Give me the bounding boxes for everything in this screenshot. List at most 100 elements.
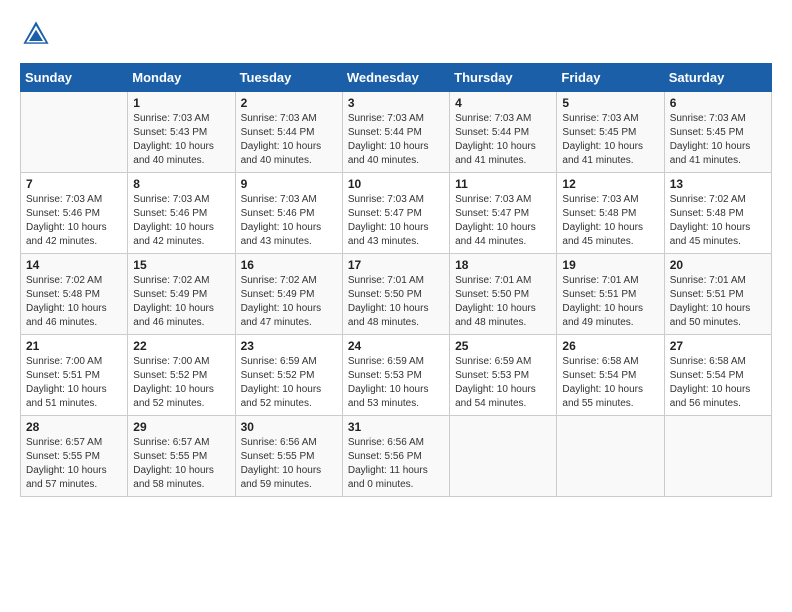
day-number: 14 (26, 258, 122, 272)
calendar-cell: 28 Sunrise: 6:57 AM Sunset: 5:55 PM Dayli… (21, 416, 128, 497)
day-detail: Sunrise: 7:02 AM Sunset: 5:48 PM Dayligh… (26, 274, 122, 330)
day-number: 1 (133, 96, 229, 110)
calendar-cell: 13 Sunrise: 7:02 AM Sunset: 5:48 PM Dayli… (664, 173, 771, 254)
day-detail: Sunrise: 7:03 AM Sunset: 5:44 PM Dayligh… (455, 112, 551, 168)
week-row-1: 1 Sunrise: 7:03 AM Sunset: 5:43 PM Daylig… (21, 92, 772, 173)
calendar-cell: 29 Sunrise: 6:57 AM Sunset: 5:55 PM Dayli… (128, 416, 235, 497)
day-detail: Sunrise: 6:57 AM Sunset: 5:55 PM Dayligh… (26, 436, 122, 492)
day-number: 22 (133, 339, 229, 353)
day-detail: Sunrise: 7:01 AM Sunset: 5:50 PM Dayligh… (348, 274, 444, 330)
day-number: 12 (562, 177, 658, 191)
day-detail: Sunrise: 7:03 AM Sunset: 5:46 PM Dayligh… (133, 193, 229, 249)
day-detail: Sunrise: 7:01 AM Sunset: 5:51 PM Dayligh… (562, 274, 658, 330)
calendar-table: SundayMondayTuesdayWednesdayThursdayFrid… (20, 63, 772, 497)
day-number: 9 (241, 177, 337, 191)
calendar-cell: 11 Sunrise: 7:03 AM Sunset: 5:47 PM Dayli… (450, 173, 557, 254)
day-number: 3 (348, 96, 444, 110)
day-detail: Sunrise: 6:59 AM Sunset: 5:53 PM Dayligh… (348, 355, 444, 411)
calendar-cell (557, 416, 664, 497)
day-detail: Sunrise: 7:03 AM Sunset: 5:48 PM Dayligh… (562, 193, 658, 249)
day-detail: Sunrise: 7:00 AM Sunset: 5:52 PM Dayligh… (133, 355, 229, 411)
calendar-cell: 24 Sunrise: 6:59 AM Sunset: 5:53 PM Dayli… (342, 335, 449, 416)
calendar-cell: 21 Sunrise: 7:00 AM Sunset: 5:51 PM Dayli… (21, 335, 128, 416)
calendar-cell: 30Sunrise: 6:56 AM Sunset: 5:55 PM Dayli… (235, 416, 342, 497)
day-number: 10 (348, 177, 444, 191)
day-number: 23 (241, 339, 337, 353)
day-number: 19 (562, 258, 658, 272)
day-number: 18 (455, 258, 551, 272)
day-number: 4 (455, 96, 551, 110)
day-detail: Sunrise: 6:56 AM Sunset: 5:56 PM Dayligh… (348, 436, 444, 492)
day-detail: Sunrise: 7:03 AM Sunset: 5:44 PM Dayligh… (348, 112, 444, 168)
day-detail: Sunrise: 7:03 AM Sunset: 5:46 PM Dayligh… (241, 193, 337, 249)
day-number: 17 (348, 258, 444, 272)
week-row-4: 21 Sunrise: 7:00 AM Sunset: 5:51 PM Dayli… (21, 335, 772, 416)
day-number: 8 (133, 177, 229, 191)
day-detail: Sunrise: 7:03 AM Sunset: 5:46 PM Dayligh… (26, 193, 122, 249)
day-detail: Sunrise: 7:03 AM Sunset: 5:45 PM Dayligh… (562, 112, 658, 168)
calendar-cell: 6 Sunrise: 7:03 AM Sunset: 5:45 PM Daylig… (664, 92, 771, 173)
week-row-5: 28 Sunrise: 6:57 AM Sunset: 5:55 PM Dayli… (21, 416, 772, 497)
day-detail: Sunrise: 6:58 AM Sunset: 5:54 PM Dayligh… (670, 355, 766, 411)
day-detail: Sunrise: 7:03 AM Sunset: 5:43 PM Dayligh… (133, 112, 229, 168)
calendar-cell: 22 Sunrise: 7:00 AM Sunset: 5:52 PM Dayli… (128, 335, 235, 416)
day-detail: Sunrise: 7:03 AM Sunset: 5:44 PM Dayligh… (241, 112, 337, 168)
day-number: 2 (241, 96, 337, 110)
calendar-cell (450, 416, 557, 497)
day-number: 16 (241, 258, 337, 272)
day-detail: Sunrise: 6:56 AM Sunset: 5:55 PM Dayligh… (241, 436, 337, 492)
calendar-cell: 1 Sunrise: 7:03 AM Sunset: 5:43 PM Daylig… (128, 92, 235, 173)
calendar-cell: 18 Sunrise: 7:01 AM Sunset: 5:50 PM Dayli… (450, 254, 557, 335)
day-detail: Sunrise: 7:01 AM Sunset: 5:51 PM Dayligh… (670, 274, 766, 330)
calendar-cell (664, 416, 771, 497)
page-header (20, 20, 772, 53)
calendar-cell: 7 Sunrise: 7:03 AM Sunset: 5:46 PM Daylig… (21, 173, 128, 254)
day-number: 15 (133, 258, 229, 272)
day-number: 28 (26, 420, 122, 434)
calendar-cell: 19 Sunrise: 7:01 AM Sunset: 5:51 PM Dayli… (557, 254, 664, 335)
day-detail: Sunrise: 6:57 AM Sunset: 5:55 PM Dayligh… (133, 436, 229, 492)
day-detail: Sunrise: 6:58 AM Sunset: 5:54 PM Dayligh… (562, 355, 658, 411)
day-number: 5 (562, 96, 658, 110)
day-detail: Sunrise: 7:00 AM Sunset: 5:51 PM Dayligh… (26, 355, 122, 411)
calendar-cell: 14 Sunrise: 7:02 AM Sunset: 5:48 PM Dayli… (21, 254, 128, 335)
day-detail: Sunrise: 7:01 AM Sunset: 5:50 PM Dayligh… (455, 274, 551, 330)
weekday-header-monday: Monday (128, 64, 235, 92)
day-detail: Sunrise: 7:02 AM Sunset: 5:49 PM Dayligh… (133, 274, 229, 330)
calendar-cell: 20 Sunrise: 7:01 AM Sunset: 5:51 PM Dayli… (664, 254, 771, 335)
day-number: 11 (455, 177, 551, 191)
calendar-cell: 25 Sunrise: 6:59 AM Sunset: 5:53 PM Dayli… (450, 335, 557, 416)
weekday-header-row: SundayMondayTuesdayWednesdayThursdayFrid… (21, 64, 772, 92)
weekday-header-friday: Friday (557, 64, 664, 92)
day-detail: Sunrise: 7:03 AM Sunset: 5:47 PM Dayligh… (348, 193, 444, 249)
calendar-cell: 4 Sunrise: 7:03 AM Sunset: 5:44 PM Daylig… (450, 92, 557, 173)
day-detail: Sunrise: 7:03 AM Sunset: 5:45 PM Dayligh… (670, 112, 766, 168)
weekday-header-thursday: Thursday (450, 64, 557, 92)
day-detail: Sunrise: 6:59 AM Sunset: 5:53 PM Dayligh… (455, 355, 551, 411)
weekday-header-sunday: Sunday (21, 64, 128, 92)
day-detail: Sunrise: 7:02 AM Sunset: 5:48 PM Dayligh… (670, 193, 766, 249)
calendar-cell: 23 Sunrise: 6:59 AM Sunset: 5:52 PM Dayli… (235, 335, 342, 416)
day-number: 25 (455, 339, 551, 353)
day-number: 21 (26, 339, 122, 353)
day-number: 26 (562, 339, 658, 353)
day-number: 13 (670, 177, 766, 191)
day-detail: Sunrise: 7:03 AM Sunset: 5:47 PM Dayligh… (455, 193, 551, 249)
calendar-cell: 17 Sunrise: 7:01 AM Sunset: 5:50 PM Dayli… (342, 254, 449, 335)
logo (20, 20, 50, 53)
day-number: 24 (348, 339, 444, 353)
day-number: 7 (26, 177, 122, 191)
calendar-cell: 15 Sunrise: 7:02 AM Sunset: 5:49 PM Dayli… (128, 254, 235, 335)
calendar-cell (21, 92, 128, 173)
day-number: 20 (670, 258, 766, 272)
day-number: 29 (133, 420, 229, 434)
calendar-cell: 9 Sunrise: 7:03 AM Sunset: 5:46 PM Daylig… (235, 173, 342, 254)
calendar-cell: 5 Sunrise: 7:03 AM Sunset: 5:45 PM Daylig… (557, 92, 664, 173)
day-detail: Sunrise: 6:59 AM Sunset: 5:52 PM Dayligh… (241, 355, 337, 411)
day-number: 6 (670, 96, 766, 110)
calendar-cell: 31Sunrise: 6:56 AM Sunset: 5:56 PM Dayli… (342, 416, 449, 497)
calendar-cell: 10 Sunrise: 7:03 AM Sunset: 5:47 PM Dayli… (342, 173, 449, 254)
calendar-cell: 12 Sunrise: 7:03 AM Sunset: 5:48 PM Dayli… (557, 173, 664, 254)
week-row-3: 14 Sunrise: 7:02 AM Sunset: 5:48 PM Dayli… (21, 254, 772, 335)
calendar-cell: 2 Sunrise: 7:03 AM Sunset: 5:44 PM Daylig… (235, 92, 342, 173)
